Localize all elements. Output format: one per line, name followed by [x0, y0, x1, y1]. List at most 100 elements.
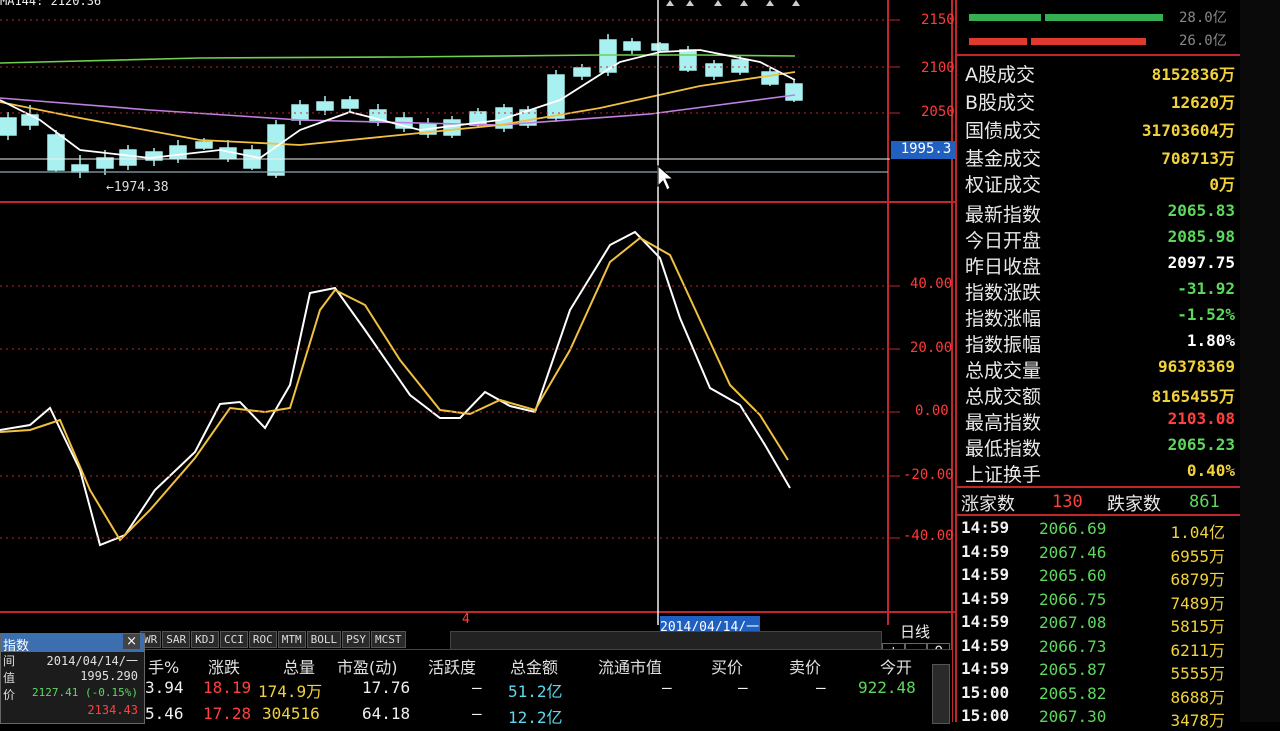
stat-row: 上证换手 0.40% [965, 458, 1235, 486]
marker-icon [766, 0, 774, 6]
popup-row: 间 2014/04/14/一 [3, 654, 138, 668]
tick-row: 14:59 2067.46 6955万 [961, 542, 1241, 566]
table-cell: – [472, 704, 482, 723]
bar-strip-green [1045, 14, 1163, 21]
marker-icon [792, 0, 800, 6]
candle-body [21, 114, 39, 126]
col-header[interactable]: 流通市值 [598, 654, 662, 678]
cursor-icon [657, 164, 675, 191]
marker-icon [714, 0, 722, 6]
table-cell: 922.48 [858, 678, 916, 697]
stat-row: 国债成交 31703604万 [965, 114, 1235, 142]
candle-body [573, 67, 591, 77]
price-axis-label: 2100 [921, 60, 955, 76]
osc-axis-label: 20.00 [910, 340, 953, 356]
table-cell: 51.2亿 [508, 682, 563, 701]
tick-vol: 6879万 [1170, 570, 1225, 589]
candle-body [705, 63, 723, 77]
stat-label: 权证成交 [965, 174, 1042, 196]
tab-cci[interactable]: CCI [220, 631, 248, 648]
divider [957, 54, 1242, 56]
tab-mtm[interactable]: MTM [277, 631, 306, 648]
popup-titlebar[interactable]: 指数 × [1, 634, 144, 654]
tab-roc[interactable]: ROC [248, 631, 277, 648]
tick-price: 2066.73 [1039, 636, 1107, 656]
tick-vol: 6955万 [1170, 546, 1225, 566]
close-icon[interactable]: × [123, 634, 140, 649]
bar-strip-label: 26.0亿 [1179, 33, 1227, 49]
col-header[interactable]: 总量 [283, 654, 315, 678]
down-count-value: 861 [1189, 492, 1220, 512]
divider [957, 514, 1242, 516]
tick-row: 15:00 2067.30 3478万 [961, 706, 1241, 730]
col-header[interactable]: 卖价 [789, 654, 821, 678]
divider [957, 486, 1242, 488]
osc-axis-label: -20.00 [903, 467, 954, 483]
stat-value: 12620万 [1170, 93, 1235, 112]
bar-strip-red [1031, 38, 1146, 45]
tick-vol: 5815万 [1170, 617, 1225, 636]
tick-time: 14:59 [961, 659, 1010, 678]
col-header[interactable]: 涨跌 [208, 654, 240, 678]
table-cell: 174.9万 [258, 682, 323, 701]
stat-row: 指数振幅 1.80% [965, 328, 1235, 356]
col-header[interactable]: 总金额 [510, 654, 558, 678]
up-count-value: 130 [1052, 492, 1083, 512]
tab-kdj[interactable]: KDJ [191, 631, 219, 648]
candle-body [547, 74, 565, 119]
tab-boll[interactable]: BOLL [306, 631, 342, 648]
col-header[interactable]: 今开 [880, 654, 912, 678]
tick-price: 2065.60 [1039, 566, 1107, 585]
tick-price: 2067.46 [1039, 542, 1107, 562]
up-count-label: 涨家数 [961, 494, 1015, 515]
col-header[interactable]: 活跃度 [428, 654, 476, 678]
tick-row: 15:00 2065.82 8688万 [961, 683, 1241, 707]
candle-body [316, 101, 334, 111]
stat-label: 指数振幅 [965, 334, 1042, 356]
col-header[interactable]: 市盈(动) [337, 654, 398, 678]
candle-body [731, 59, 749, 73]
candle-body [47, 134, 65, 171]
table-cell: 18.19 [203, 678, 252, 697]
col-header[interactable]: 手% [148, 654, 179, 678]
tick-time: 14:59 [961, 588, 1010, 608]
osc-axis-label: 0.00 [915, 403, 949, 419]
stat-value: 8165455万 [1151, 387, 1235, 406]
candle-body [119, 149, 137, 166]
tab-psy[interactable]: PSY [342, 631, 370, 648]
popup-row: 值 1995.290 [3, 669, 138, 685]
index-marker: 4 [462, 612, 470, 627]
stat-value: 2065.83 [1167, 201, 1235, 220]
ma-line-green [0, 54, 796, 64]
candle-body [679, 49, 697, 71]
period-label[interactable]: 日线 [900, 621, 930, 642]
stat-label: 基金成交 [965, 148, 1042, 170]
vertical-scrollbar[interactable] [932, 664, 950, 724]
stat-row: 今日开盘 2085.98 [965, 224, 1235, 252]
tick-price: 2067.30 [1039, 707, 1107, 726]
stat-value: 2065.23 [1167, 435, 1235, 454]
tick-row: 14:59 2066.75 7489万 [961, 588, 1241, 613]
tick-vol: 8688万 [1170, 687, 1225, 707]
horizontal-scrollbar[interactable] [450, 631, 882, 650]
candle-body [341, 99, 359, 109]
tick-price: 2066.69 [1039, 519, 1107, 538]
marker-icon [686, 0, 694, 6]
tab-sar[interactable]: SAR [162, 631, 191, 648]
tick-price: 2065.82 [1039, 683, 1107, 703]
table-cell: – [738, 678, 748, 697]
col-header[interactable]: 买价 [711, 654, 743, 678]
stat-label: 昨日收盘 [965, 256, 1042, 278]
table-cell: – [816, 678, 826, 697]
stat-value: 0.40% [1186, 461, 1235, 480]
table-cell: 3.94 [145, 678, 184, 697]
tick-vol: 3478万 [1170, 711, 1225, 730]
tab-mcst[interactable]: MCST [371, 631, 406, 648]
stat-row: 基金成交 708713万 [965, 142, 1235, 170]
marker-icon [740, 0, 748, 6]
stat-label: 总成交额 [965, 386, 1042, 408]
stat-value: 96378369 [1157, 357, 1235, 376]
tick-vol: 5555万 [1170, 664, 1225, 683]
price-axis-label: 2050 [921, 104, 955, 120]
tick-vol: 1.04亿 [1170, 523, 1225, 542]
